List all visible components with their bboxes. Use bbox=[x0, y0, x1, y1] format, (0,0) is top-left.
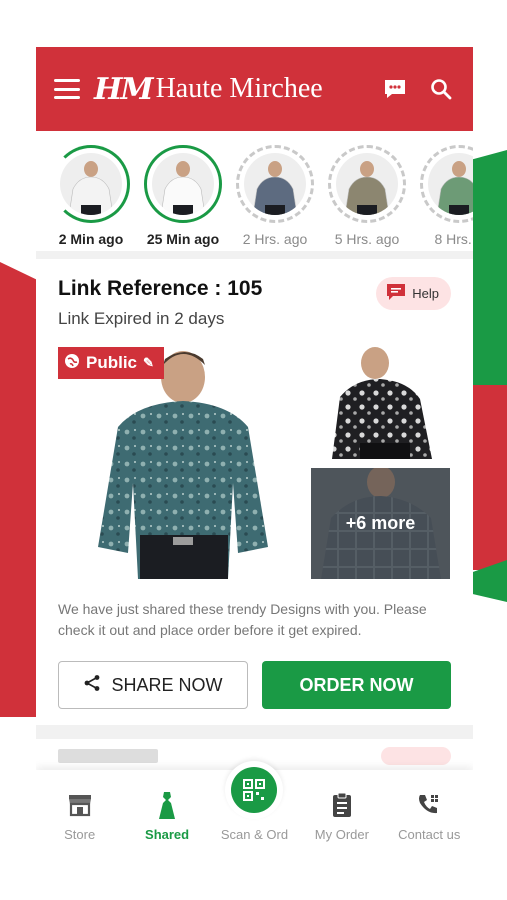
design-gallery: Public ✎ +6 more bbox=[58, 347, 451, 579]
app-header: HM Haute Mirchee bbox=[36, 47, 473, 131]
story-item[interactable]: 2 Hrs. ago bbox=[236, 145, 314, 251]
brand-logo: HM Haute Mirchee bbox=[94, 72, 363, 107]
share-now-label: SHARE NOW bbox=[111, 674, 223, 695]
story-time-label: 2 Hrs. ago bbox=[242, 231, 308, 247]
menu-icon[interactable] bbox=[54, 79, 80, 99]
design-thumbnail[interactable] bbox=[330, 347, 450, 459]
help-button[interactable]: Help bbox=[376, 277, 451, 310]
story-time-label: 2 Min ago bbox=[58, 231, 124, 247]
story-avatar-ring bbox=[144, 145, 222, 223]
story-time-label: 5 Hrs. ago bbox=[334, 231, 400, 247]
story-item[interactable]: 25 Min ago bbox=[144, 145, 222, 251]
stories-strip: 2 Min ago 25 Min ago 2 Hrs. ago 5 Hrs. ago 8… bbox=[36, 131, 473, 259]
main-design-image[interactable]: Public ✎ bbox=[58, 347, 298, 579]
share-now-button[interactable]: SHARE NOW bbox=[58, 661, 248, 709]
qr-scan-icon bbox=[231, 767, 278, 813]
nav-store-label: Store bbox=[64, 827, 96, 842]
shared-link-card: Link Reference : 105 Link Expired in 2 d… bbox=[36, 259, 473, 709]
next-card-title-placeholder bbox=[58, 749, 158, 763]
share-description: We have just shared these trendy Designs… bbox=[58, 601, 427, 638]
story-thumbnail bbox=[60, 153, 122, 215]
story-item[interactable]: 8 Hrs. a bbox=[420, 145, 473, 251]
background-green-shape bbox=[471, 150, 507, 395]
public-badge: Public ✎ bbox=[58, 347, 164, 379]
story-avatar-ring bbox=[236, 145, 314, 223]
chat-help-icon bbox=[386, 283, 406, 304]
story-item[interactable]: 2 Min ago bbox=[52, 145, 130, 251]
nav-shared-label: Shared bbox=[145, 827, 190, 842]
link-expiry-text: Link Expired in 2 days bbox=[58, 309, 225, 328]
order-now-button[interactable]: ORDER NOW bbox=[262, 661, 451, 709]
store-icon bbox=[66, 791, 94, 819]
phone-icon bbox=[415, 791, 443, 819]
logo-mark: HM bbox=[94, 71, 154, 107]
story-time-label: 8 Hrs. a bbox=[434, 231, 473, 247]
background-red-shape bbox=[0, 262, 38, 717]
next-card-help-placeholder bbox=[381, 747, 451, 765]
share-icon bbox=[83, 674, 101, 697]
nav-my-order[interactable]: My Order bbox=[302, 791, 382, 842]
more-designs-tile[interactable]: +6 more bbox=[311, 468, 450, 579]
help-label: Help bbox=[412, 286, 439, 301]
nav-scan-order[interactable]: Scan & Ord bbox=[214, 761, 294, 842]
card-actions: SHARE NOW ORDER NOW bbox=[58, 661, 451, 709]
story-thumbnail bbox=[336, 153, 398, 215]
background-red-shape-right bbox=[471, 385, 507, 570]
nav-contact-label: Contact us bbox=[398, 827, 461, 842]
link-reference-title: Link Reference : 105 bbox=[58, 277, 263, 300]
public-label: Public bbox=[86, 353, 138, 372]
app-screen: HM Haute Mirchee 2 Min ago 25 Min ago 2 Hr… bbox=[36, 47, 473, 870]
edit-icon: ✎ bbox=[143, 355, 154, 370]
story-avatar-ring bbox=[328, 145, 406, 223]
story-thumbnail bbox=[244, 153, 306, 215]
chat-icon[interactable] bbox=[381, 75, 409, 103]
logo-text: Haute Mirchee bbox=[155, 73, 323, 104]
bottom-navigation: Store Shared Scan & Ord My Order Contact… bbox=[36, 761, 473, 870]
story-avatar-ring bbox=[52, 145, 130, 223]
story-avatar-ring bbox=[420, 145, 473, 223]
globe-icon bbox=[64, 353, 80, 374]
search-icon[interactable] bbox=[427, 75, 455, 103]
nav-my-order-label: My Order bbox=[314, 827, 369, 842]
dress-icon bbox=[153, 791, 181, 819]
nav-contact-us[interactable]: Contact us bbox=[389, 791, 469, 842]
nav-scan-label: Scan & Ord bbox=[220, 827, 289, 842]
more-count-label: +6 more bbox=[311, 468, 450, 579]
card-divider bbox=[36, 725, 473, 739]
scan-button[interactable] bbox=[225, 761, 284, 819]
nav-shared[interactable]: Shared bbox=[127, 791, 207, 842]
story-thumbnail bbox=[152, 153, 214, 215]
story-thumbnail bbox=[428, 153, 473, 215]
nav-store[interactable]: Store bbox=[40, 791, 120, 842]
story-item[interactable]: 5 Hrs. ago bbox=[328, 145, 406, 251]
clipboard-icon bbox=[328, 791, 356, 819]
story-time-label: 25 Min ago bbox=[146, 231, 220, 247]
